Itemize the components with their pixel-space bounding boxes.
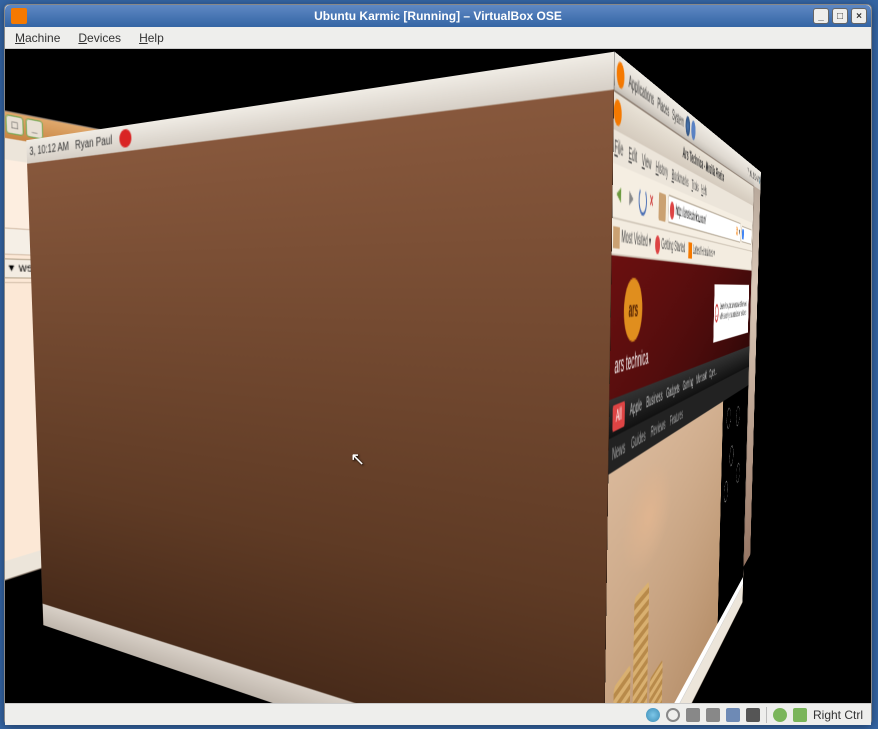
back-button[interactable]: ◄ [614,173,624,209]
display-led-icon[interactable] [746,708,760,722]
favicon-icon [670,200,675,219]
firefox-launcher-icon[interactable] [686,115,691,138]
help-launcher-icon[interactable] [691,119,696,141]
virtualbox-menubar: Machine Devices Help [5,27,871,49]
nav-reviews[interactable]: Reviews [651,416,666,441]
virtualbox-icon [11,8,27,24]
firefox-icon [614,97,622,128]
fx-menu-tools[interactable]: Tools [692,177,699,195]
host-key-label: Right Ctrl [813,708,863,722]
fx-menu-help[interactable]: Help [701,182,707,199]
fx-menu-file[interactable]: File [614,136,623,161]
page-icon [655,234,660,253]
nav-features[interactable]: Features [670,407,683,430]
fx-menu-edit[interactable]: Edit [628,144,637,167]
gnome-bottom-panel[interactable]: segphault [43,604,604,703]
chevron-down-icon: ▾ [713,247,715,260]
nav-news[interactable]: News [612,438,626,464]
search-box[interactable] [741,225,751,244]
cd-led-icon[interactable] [666,708,680,722]
chevron-down-icon: ▾ [649,234,651,252]
virtualbox-statusbar: Right Ctrl [5,703,871,725]
ars-logo-icon[interactable]: ars [623,277,642,343]
nav-apple[interactable]: Apple [630,396,642,419]
nav-business[interactable]: Business [646,388,663,412]
dropdown-icon[interactable]: ▾ [739,227,740,239]
ars-wordmark: ars technica [614,344,648,378]
bookmark-latest-headlines[interactable]: Latest Headlines▾ [688,241,715,261]
gnome-top-panel[interactable]: 3, 10:12 AM Ryan Paul [26,52,615,164]
panel-user[interactable]: Ryan Paul [72,133,116,153]
guest-display[interactable]: segphault - File Browser _ □ × File Edit… [5,49,871,703]
promo-banner[interactable]: → Learn how you can improve efficiencies… [713,284,749,342]
nav-guides[interactable]: Guides [631,427,646,453]
fb-minimize-button[interactable]: _ [25,118,43,140]
fx-menu-history[interactable]: History [656,158,669,181]
menu-system[interactable]: System [671,105,686,132]
network-led-icon[interactable] [686,708,700,722]
nav-open[interactable]: Open... [709,365,717,381]
nav-gadgets[interactable]: Gadgets [666,380,679,401]
bookmark-getting-started[interactable]: Getting Started [655,234,685,257]
nav-microsoft[interactable]: Microsoft [696,369,707,387]
virtualbox-title: Ubuntu Karmic [Running] – VirtualBox OSE [314,9,562,23]
minimize-button[interactable]: _ [813,8,829,24]
maximize-button[interactable]: □ [832,8,848,24]
menu-devices[interactable]: Devices [78,31,121,45]
forward-button[interactable]: ► [627,179,637,213]
firefox-window[interactable]: Ars Technica - Mozilla Firefox File Edit… [599,88,753,703]
shared-folder-led-icon[interactable] [726,708,740,722]
mouse-integration-icon[interactable] [773,708,787,722]
menu-help[interactable]: Help [139,31,164,45]
rss-icon [688,241,692,258]
side-image[interactable] [718,385,749,623]
menu-machine[interactable]: Machine [15,31,60,45]
virtualbox-titlebar: Ubuntu Karmic [Running] – VirtualBox OSE… [5,5,871,27]
folder-icon [613,225,620,248]
keyboard-capture-icon[interactable] [793,708,807,722]
shutdown-icon[interactable] [119,128,131,148]
ubuntu-logo-icon[interactable] [617,59,625,91]
page-content[interactable]: ars ars technica → Learn how you can imp… [601,255,752,703]
nav-gaming[interactable]: Gaming [682,375,693,394]
fx-menu-view[interactable]: View [642,151,652,174]
google-icon [742,228,744,239]
fb-maximize-button[interactable]: □ [5,114,24,136]
arrow-icon: → [715,304,719,323]
panel-date[interactable]: 3, 10:12 AM [26,139,72,159]
menu-places[interactable]: Places [656,93,671,122]
bookmark-most-visited[interactable]: Most Visited▾ [613,225,651,252]
home-button[interactable] [659,191,667,221]
close-button[interactable]: × [851,8,867,24]
reload-button[interactable] [638,183,647,216]
chevron-down-icon: ▾ [8,262,14,275]
hdd-led-icon[interactable] [646,708,660,722]
nav-all[interactable]: All [612,400,625,431]
virtualbox-window: Ubuntu Karmic [Running] – VirtualBox OSE… [4,4,872,725]
fx-menu-bookmarks[interactable]: Bookmarks [672,166,689,190]
stop-button[interactable]: ✕ [649,189,656,217]
usb-led-icon[interactable] [706,708,720,722]
volume-icon[interactable]: 🔊 [759,174,761,186]
promo-text: Learn how you can improve efficiencies w… [720,300,749,322]
